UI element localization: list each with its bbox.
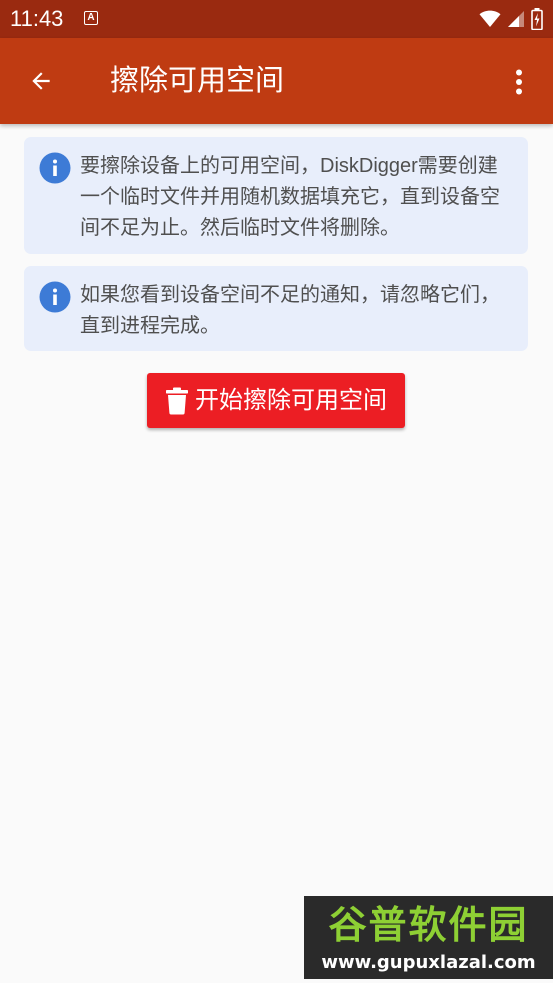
page-title: 擦除可用空间 — [110, 65, 285, 97]
watermark: 谷普软件园 www.gupuxlazal.com — [304, 896, 553, 979]
info-text: 如果您看到设备空间不足的通知，请忽略它们，直到进程完成。 — [80, 284, 500, 337]
status-icons — [479, 7, 543, 31]
watermark-logo: 谷普软件园 — [328, 903, 529, 947]
cell-signal-icon — [508, 11, 524, 27]
info-card: 如果您看到设备空间不足的通知，请忽略它们，直到进程完成。 — [24, 266, 528, 351]
overflow-menu-button[interactable] — [499, 60, 539, 104]
watermark-url: www.gupuxlazal.com — [321, 952, 536, 973]
info-icon — [39, 281, 71, 313]
status-time: 11:43 — [10, 6, 64, 31]
app-bar: 擦除可用空间 — [0, 38, 553, 124]
start-wipe-button[interactable]: 开始擦除可用空间 — [147, 373, 405, 428]
wifi-icon — [479, 10, 501, 27]
trash-icon — [166, 387, 188, 414]
status-bar: 11:43 A — [0, 0, 553, 38]
battery-icon — [531, 8, 543, 30]
more-vert-icon — [516, 69, 522, 95]
start-wipe-label: 开始擦除可用空间 — [195, 386, 387, 414]
notification-icon: A — [84, 11, 98, 25]
back-button[interactable] — [18, 58, 64, 104]
arrow-left-icon — [32, 72, 50, 90]
info-text: 要擦除设备上的可用空间，DiskDigger需要创建一个临时文件并用随机数据填充… — [80, 155, 500, 239]
info-card: 要擦除设备上的可用空间，DiskDigger需要创建一个临时文件并用随机数据填充… — [24, 137, 528, 254]
info-icon — [39, 152, 71, 184]
